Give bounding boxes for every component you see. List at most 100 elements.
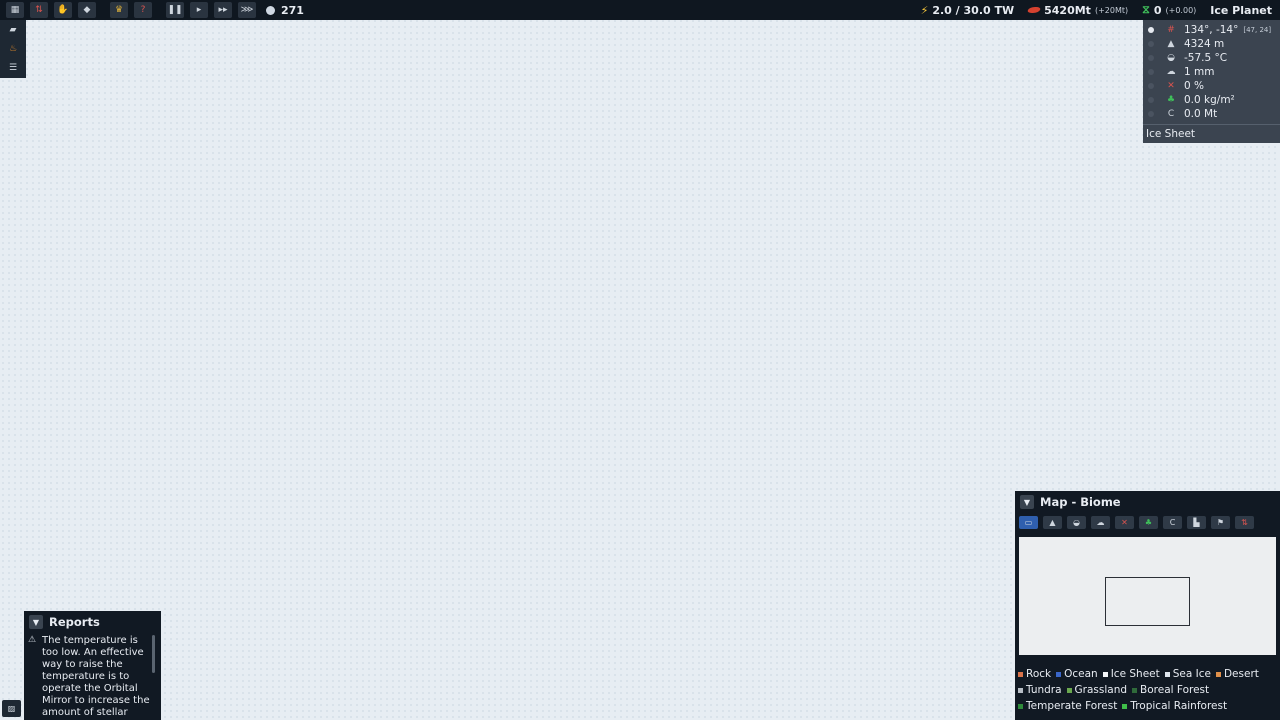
carbon-value: 0.0 Mt [1184, 108, 1218, 120]
tile-info-panel: # 134°, -14° [47, 24] ▲ 4324 m ◒ -57.5 °… [1143, 20, 1280, 143]
row-dot [1148, 69, 1154, 75]
tree-icon: ♣ [1166, 95, 1176, 105]
legend-label: Boreal Forest [1140, 683, 1210, 696]
buildings-map-icon[interactable]: ▙ [1187, 515, 1206, 529]
legend-item: Desert [1215, 667, 1259, 683]
collapse-icon[interactable]: ▼ [1020, 495, 1034, 509]
legend-label: Temperate Forest [1026, 699, 1118, 712]
legend-item: Rock [1018, 667, 1051, 683]
legend-swatch [1018, 672, 1023, 678]
info-row-temperature[interactable]: ◒ -57.5 °C [1143, 51, 1280, 65]
legend-swatch [1066, 688, 1072, 693]
warning-icon: ⚠ [28, 635, 37, 645]
report-message[interactable]: The temperature is too low. An effective… [42, 635, 150, 720]
legend-swatch [1056, 672, 1062, 678]
carbon-map-icon[interactable]: C [1163, 515, 1182, 529]
hand-icon[interactable]: ✋ [54, 2, 72, 18]
humidity-map-icon[interactable]: ✕ [1115, 515, 1134, 529]
biome-map-icon[interactable]: ▭ [1019, 515, 1038, 529]
legend-item: Ocean [1056, 667, 1098, 683]
energy-value: 2.0 / 30.0 TW [932, 3, 1015, 17]
minimap-viewport[interactable] [1105, 577, 1190, 626]
fastest-icon[interactable]: ⋙ [238, 2, 256, 18]
map-mode-tabs: ▭ ▲ ◒ ☁ ✕ ♣ C ▙ ⚑ ⇅ [1015, 513, 1280, 531]
vegetation-map-icon[interactable]: ♣ [1139, 515, 1158, 529]
left-toolbar: ▰ ♨ ☰ [0, 20, 26, 78]
exploration-map-icon[interactable]: ⇅ [1235, 515, 1254, 529]
rainfall-value: 1 mm [1184, 66, 1215, 78]
info-row-vegetation[interactable]: ♣ 0.0 kg/m² [1143, 93, 1280, 107]
map-title: Map - Biome [1040, 495, 1121, 509]
legend-item: Sea Ice [1164, 667, 1211, 683]
legend-swatch [1215, 672, 1221, 678]
info-row-coords[interactable]: # 134°, -14° [47, 24] [1143, 23, 1280, 37]
legend-swatch [1132, 688, 1138, 693]
top-bar: ▦ ⇅ ✋ ◆ ♛ ? ❚❚ ▸ ▸▸ ⋙ 271 ⚡ 2.0 / 30.0 T… [0, 0, 1280, 20]
flag-map-icon[interactable]: ⚑ [1211, 515, 1230, 529]
legend-label: Sea Ice [1172, 668, 1211, 680]
pause-icon[interactable]: ❚❚ [166, 2, 184, 18]
temperature-map-icon[interactable]: ◒ [1067, 515, 1086, 529]
legend-label: Ocean [1064, 668, 1098, 680]
legend-swatch [1018, 703, 1023, 709]
exploration-icon[interactable]: ⇅ [30, 2, 48, 18]
biomass-stat[interactable]: ⧖ 0 (+0.00) [1142, 3, 1196, 17]
energy-stat[interactable]: ⚡ 2.0 / 30.0 TW [921, 4, 1015, 17]
legend-swatch [1102, 672, 1108, 678]
rainfall-map-icon[interactable]: ☁ [1091, 515, 1110, 529]
elevation-map-icon[interactable]: ▲ [1043, 515, 1062, 529]
map-panel: ▼ Map - Biome ▭ ▲ ◒ ☁ ✕ ♣ C ▙ ⚑ ⇅ Rock Oc… [1015, 491, 1280, 720]
rock-icon [1027, 7, 1042, 13]
row-dot [1148, 97, 1154, 103]
biomass-delta: (+0.00) [1165, 5, 1197, 15]
grid-icon: # [1167, 25, 1175, 35]
build-icon[interactable]: ▰ [6, 23, 20, 37]
mountain-icon: ▲ [1167, 39, 1175, 49]
reports-scrollbar[interactable] [152, 635, 155, 673]
humidity-value: 0 % [1184, 80, 1204, 92]
legend-swatch [1122, 703, 1128, 709]
info-row-rainfall[interactable]: ☁ 1 mm [1143, 65, 1280, 79]
reports-panel: ▼ Reports ⚠ The temperature is too low. … [24, 611, 161, 720]
minimap[interactable] [1019, 537, 1276, 655]
humidity-icon: ✕ [1167, 81, 1175, 91]
menu-icon[interactable]: ▦ [6, 2, 24, 18]
legend-item: Tundra [1018, 683, 1062, 699]
legend-label: Rock [1026, 668, 1052, 680]
legend-swatch [1018, 688, 1023, 693]
flame-icon[interactable]: ♨ [6, 42, 20, 56]
day-counter: 271 [266, 4, 304, 17]
biomass-value: 0 [1153, 3, 1162, 17]
research-icon[interactable]: ◆ [78, 2, 96, 18]
rock-stat[interactable]: 5420Mt (+20Mt) [1027, 3, 1128, 17]
play-icon[interactable]: ▸ [190, 2, 208, 18]
legend-item: Boreal Forest [1132, 683, 1209, 699]
grid-value: [47, 24] [1243, 26, 1272, 34]
carbon-icon: C [1167, 109, 1175, 119]
fast-forward-icon[interactable]: ▸▸ [214, 2, 232, 18]
statistics-icon[interactable]: ▨ [2, 700, 21, 717]
help-icon[interactable]: ? [134, 2, 152, 18]
temperature-icon: ◒ [1167, 53, 1175, 63]
trophy-icon[interactable]: ♛ [110, 2, 128, 18]
biome-legend: Rock Ocean Ice Sheet Sea Ice Desert Tundra Gra… [1018, 667, 1278, 714]
sliders-icon[interactable]: ☰ [6, 61, 20, 75]
row-dot [1148, 41, 1154, 47]
planet-name: Ice Planet [1210, 3, 1272, 17]
rock-value: 5420Mt [1044, 3, 1091, 17]
legend-item: Grassland [1066, 683, 1127, 699]
collapse-icon[interactable]: ▼ [29, 615, 43, 629]
coords-value: 134°, -14° [1184, 24, 1239, 36]
info-row-carbon[interactable]: C 0.0 Mt [1143, 107, 1280, 121]
rain-cloud-icon: ☁ [1166, 67, 1176, 77]
elevation-value: 4324 m [1184, 38, 1225, 50]
row-dot [1148, 55, 1154, 61]
row-dot [1148, 111, 1154, 117]
dna-icon: ⧖ [1142, 3, 1150, 16]
biome-label: Ice Sheet [1146, 128, 1196, 140]
info-row-humidity[interactable]: ✕ 0 % [1143, 79, 1280, 93]
info-row-elevation[interactable]: ▲ 4324 m [1143, 37, 1280, 51]
vegetation-value: 0.0 kg/m² [1184, 94, 1235, 106]
lightning-icon: ⚡ [920, 3, 929, 17]
temperature-value: -57.5 °C [1184, 52, 1228, 64]
